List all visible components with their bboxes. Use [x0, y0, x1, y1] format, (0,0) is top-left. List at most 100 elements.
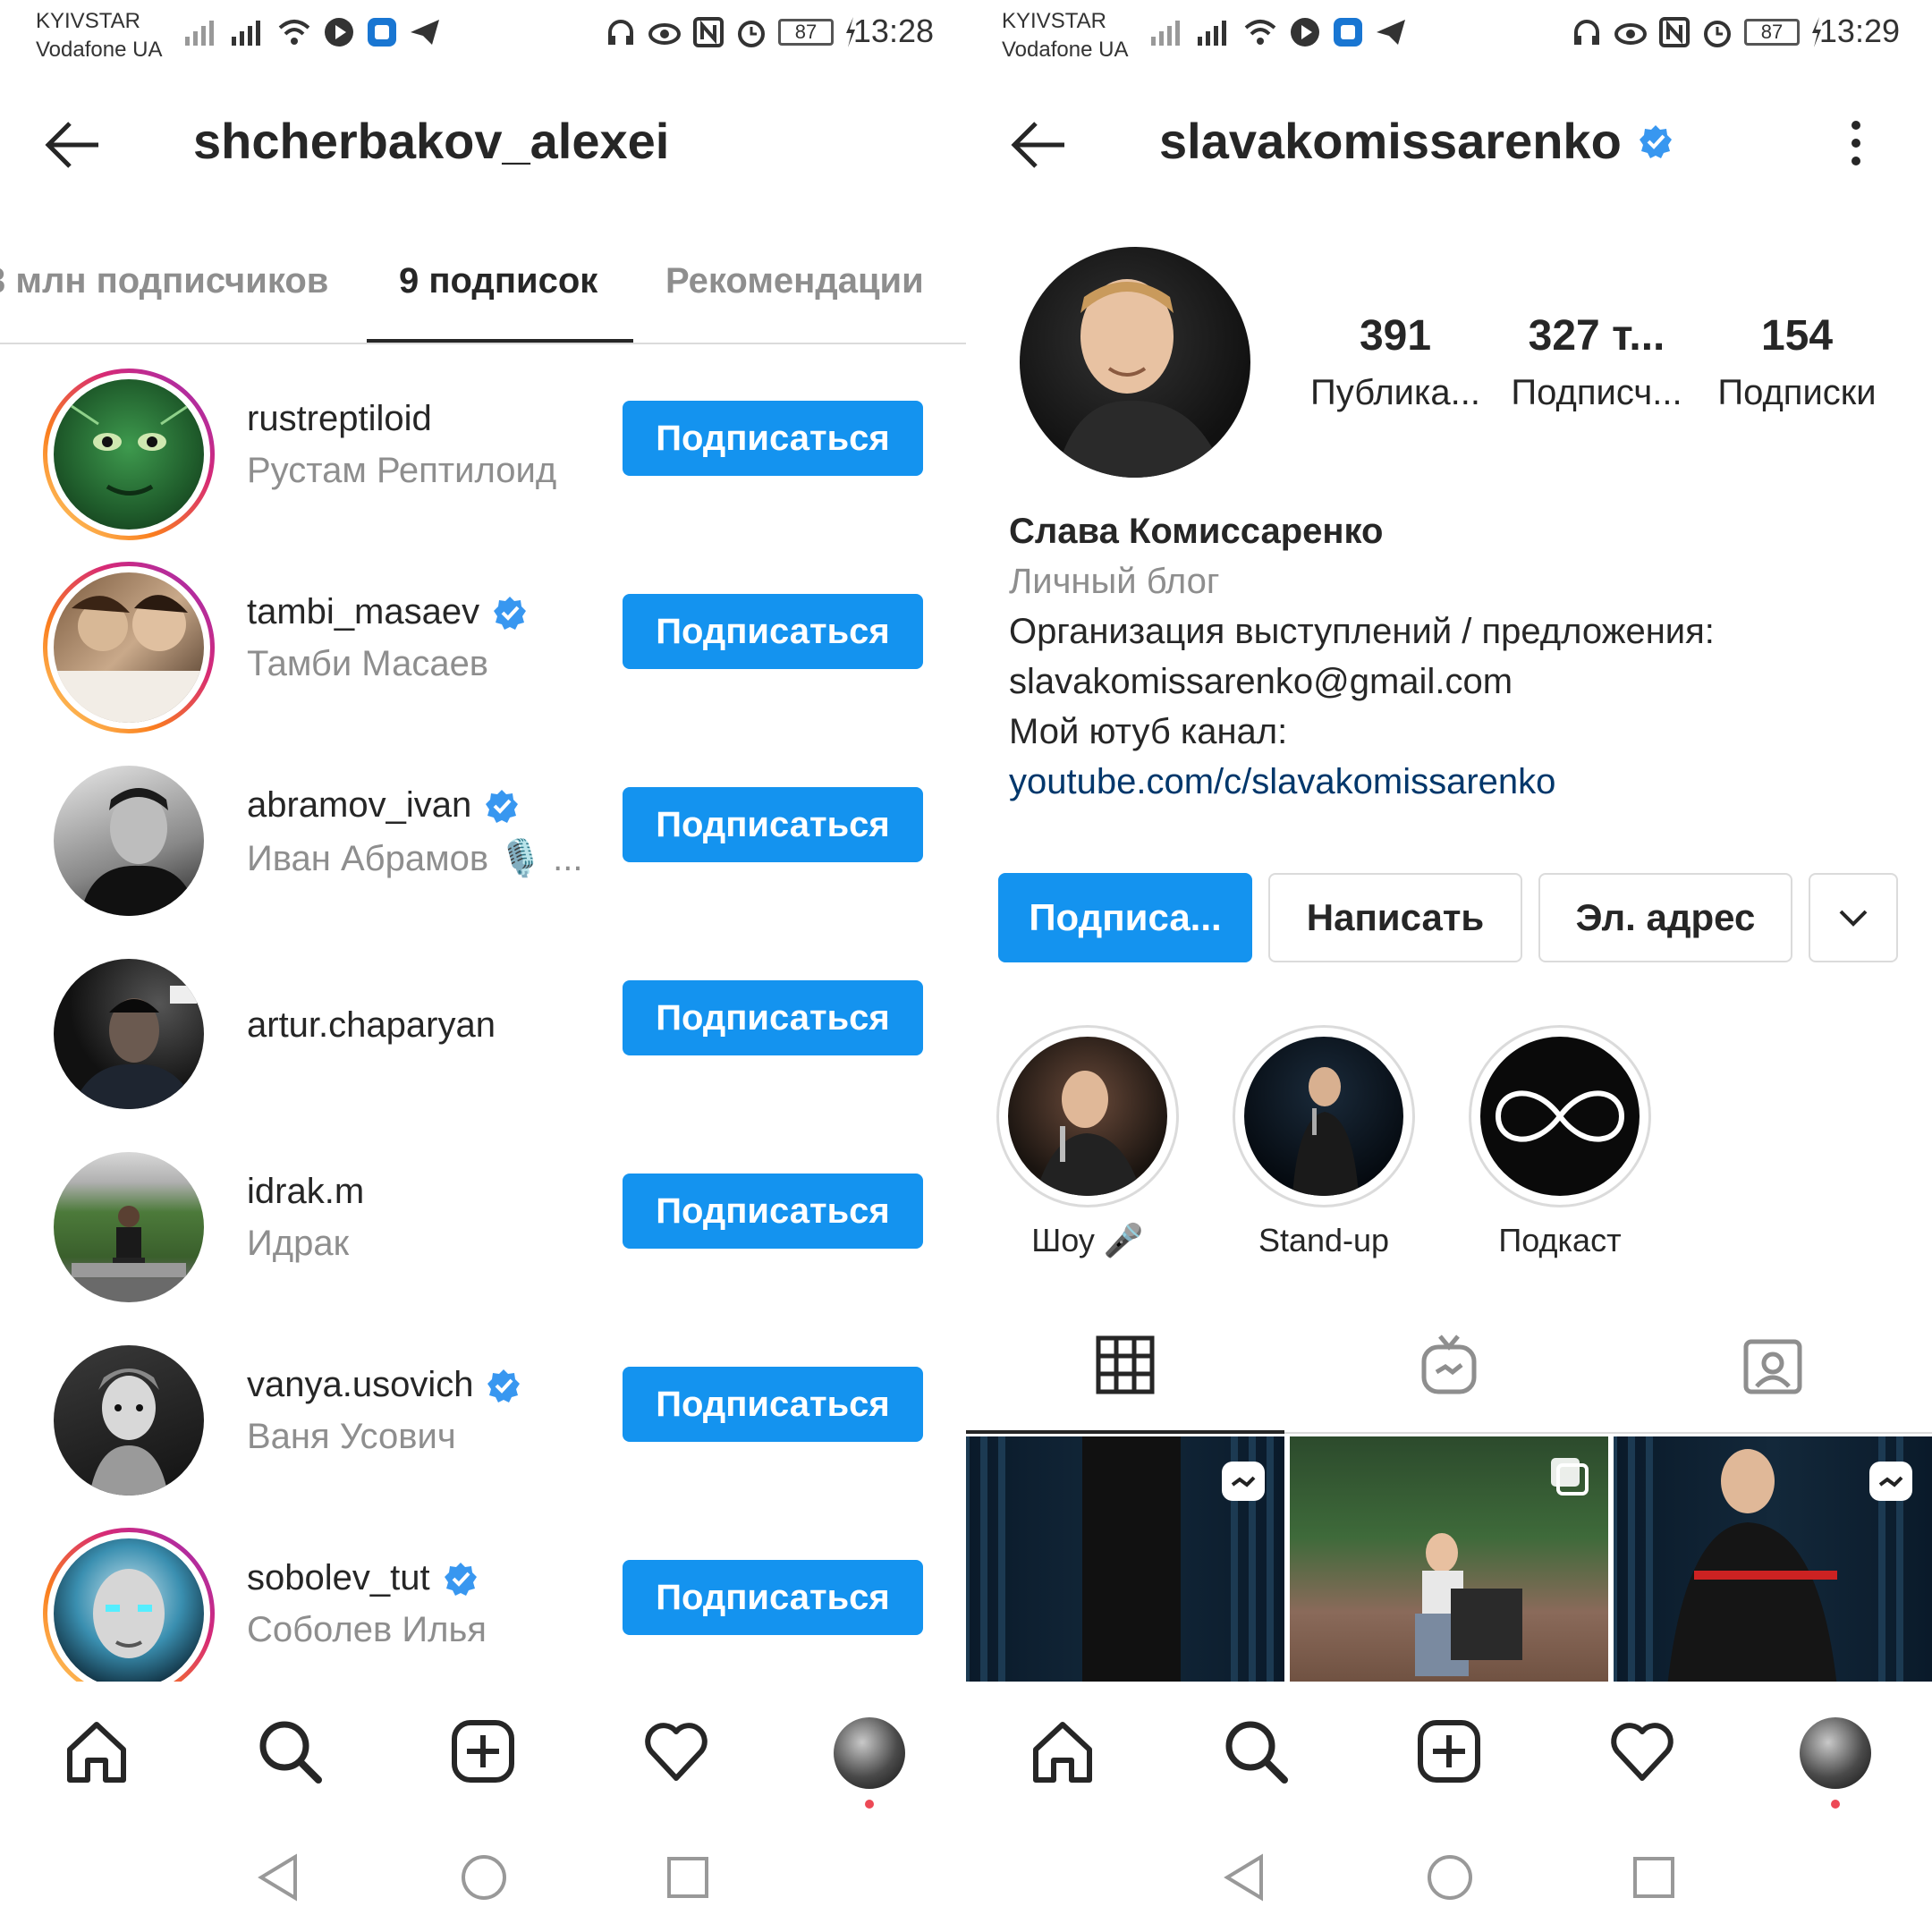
highlight-item[interactable]: Подкаст — [1469, 1025, 1651, 1259]
podcast-logo — [1495, 1090, 1625, 1142]
home-icon[interactable] — [1029, 1717, 1097, 1785]
igtv-badge-icon — [1869, 1462, 1912, 1501]
add-post-icon[interactable] — [449, 1717, 517, 1785]
man-portrait — [1055, 279, 1225, 478]
username[interactable]: tambi_masaev — [247, 592, 528, 632]
signal-icon — [1151, 21, 1180, 46]
avatar[interactable] — [54, 379, 204, 530]
list-item[interactable]: tambi_masaev Тамби Масаев Подписаться — [0, 546, 966, 739]
list-item[interactable]: rustreptiloid Рустам Рептилоид Подписать… — [0, 352, 966, 546]
username[interactable]: sobolev_tut — [247, 1558, 479, 1598]
follow-button[interactable]: Подписаться — [623, 1174, 923, 1249]
avatar[interactable] — [54, 1538, 204, 1689]
following-label: Подписки — [1717, 373, 1877, 412]
alarm-icon — [1704, 21, 1731, 47]
status-icons-right: 87 — [1571, 16, 1823, 48]
post-thumbnail[interactable] — [1290, 1436, 1608, 1687]
signal-icon — [232, 21, 260, 46]
followers-label: Подписч... — [1511, 373, 1682, 412]
highlight-item[interactable]: Stand-up — [1233, 1025, 1415, 1259]
recents-square-icon[interactable] — [665, 1855, 710, 1900]
bio-email: slavakomissarenko@gmail.com — [1009, 662, 1513, 701]
back-triangle-icon[interactable] — [256, 1853, 301, 1902]
username[interactable]: rustreptiloid — [247, 399, 432, 439]
list-item[interactable]: sobolev_tut Соболев Илья Подписаться — [0, 1512, 966, 1705]
highlight-item[interactable]: Шоу 🎤 — [996, 1025, 1179, 1259]
cyborg-portrait — [93, 1569, 165, 1658]
chevron-down-icon — [1839, 910, 1868, 927]
username[interactable]: vanya.usovich — [247, 1365, 521, 1405]
carrier-label: KYIVSTAR Vodafone UA — [1002, 7, 1128, 64]
username[interactable]: artur.chaparyan — [247, 1005, 496, 1046]
search-icon[interactable] — [1222, 1717, 1290, 1785]
notification-dot — [1831, 1800, 1840, 1809]
post-thumbnail[interactable] — [1614, 1436, 1932, 1687]
posts-stat[interactable]: 391 Публика... — [1306, 311, 1485, 413]
tagged-icon[interactable] — [1741, 1333, 1805, 1397]
recents-square-icon[interactable] — [1631, 1855, 1676, 1900]
add-post-icon[interactable] — [1415, 1717, 1483, 1785]
heart-icon[interactable] — [1608, 1717, 1676, 1785]
grid-icon[interactable] — [1093, 1333, 1157, 1397]
eye-icon — [1614, 23, 1647, 45]
full-name: Ваня Усович — [247, 1417, 456, 1456]
following-count: 154 — [1760, 312, 1834, 360]
profile-avatar-icon[interactable] — [1800, 1717, 1871, 1789]
avatar[interactable] — [54, 572, 204, 723]
email-button[interactable]: Эл. адрес — [1538, 873, 1792, 962]
tab-followers[interactable]: 3 млн подписчиков — [0, 261, 328, 301]
follow-button[interactable]: Подписаться — [623, 787, 923, 862]
home-icon[interactable] — [63, 1717, 131, 1785]
username-text: rustreptiloid — [247, 399, 432, 438]
tab-recommendations[interactable]: Рекомендации — [665, 261, 924, 301]
list-item[interactable]: artur.chaparyan Подписаться — [0, 932, 966, 1125]
igtv-icon[interactable] — [1417, 1333, 1481, 1397]
username[interactable]: idrak.m — [247, 1172, 364, 1212]
highlight-ring — [1469, 1025, 1651, 1208]
page-title: slavakomissarenko — [1159, 112, 1674, 170]
arrow-left-icon[interactable] — [43, 118, 100, 172]
avatar[interactable] — [54, 959, 204, 1109]
highlight-cover — [1008, 1037, 1167, 1196]
follow-button[interactable]: Подписаться — [623, 980, 923, 1055]
suggestions-button[interactable] — [1809, 873, 1898, 962]
cartoon-portrait — [89, 1368, 168, 1496]
post-thumbnail[interactable] — [966, 1436, 1284, 1687]
avatar[interactable] — [54, 766, 204, 916]
following-stat[interactable]: 154 Подписки — [1707, 311, 1886, 413]
follow-button[interactable]: Подписаться — [623, 401, 923, 476]
back-triangle-icon[interactable] — [1222, 1853, 1267, 1902]
avatar[interactable] — [54, 1152, 204, 1302]
profile-avatar-icon[interactable] — [834, 1717, 905, 1789]
home-circle-icon[interactable] — [460, 1853, 508, 1902]
list-item[interactable]: abramov_ivan Иван Абрамов 🎙️ ... Подписа… — [0, 739, 966, 932]
more-options-icon[interactable] — [1843, 116, 1869, 170]
full-name: Иван Абрамов 🎙️ ... — [247, 839, 583, 878]
full-name: Соболев Илья — [247, 1610, 487, 1649]
highlight-ring — [1233, 1025, 1415, 1208]
active-tab-indicator — [367, 339, 633, 343]
list-item[interactable]: idrak.m Идрак Подписаться — [0, 1125, 966, 1318]
play-icon — [325, 18, 353, 47]
username[interactable]: abramov_ivan — [247, 785, 520, 826]
arrow-left-icon[interactable] — [1009, 118, 1066, 172]
highlight-label: Подкаст — [1498, 1222, 1622, 1258]
follow-button[interactable]: Подписаться — [623, 1560, 923, 1635]
heart-icon[interactable] — [642, 1717, 710, 1785]
message-button[interactable]: Написать — [1268, 873, 1522, 962]
search-icon[interactable] — [256, 1717, 324, 1785]
follow-button[interactable]: Подписаться — [623, 594, 923, 669]
list-item[interactable]: vanya.usovich Ваня Усович Подписаться — [0, 1318, 966, 1512]
bottom-nav — [966, 1682, 1932, 1825]
home-circle-icon[interactable] — [1426, 1853, 1474, 1902]
follow-button[interactable]: Подписа... — [998, 873, 1252, 962]
man-portrait — [80, 788, 197, 916]
telegram-icon — [411, 20, 439, 45]
bio-link[interactable]: youtube.com/c/slavakomissarenko — [1009, 762, 1555, 802]
tab-following[interactable]: 9 подписок — [399, 261, 597, 301]
follow-button[interactable]: Подписаться — [623, 1367, 923, 1442]
avatar[interactable] — [54, 1345, 204, 1496]
profile-avatar[interactable] — [1020, 247, 1250, 478]
followers-stat[interactable]: 327 т... Подписч... — [1507, 311, 1686, 413]
username-text: tambi_masaev — [247, 592, 480, 631]
